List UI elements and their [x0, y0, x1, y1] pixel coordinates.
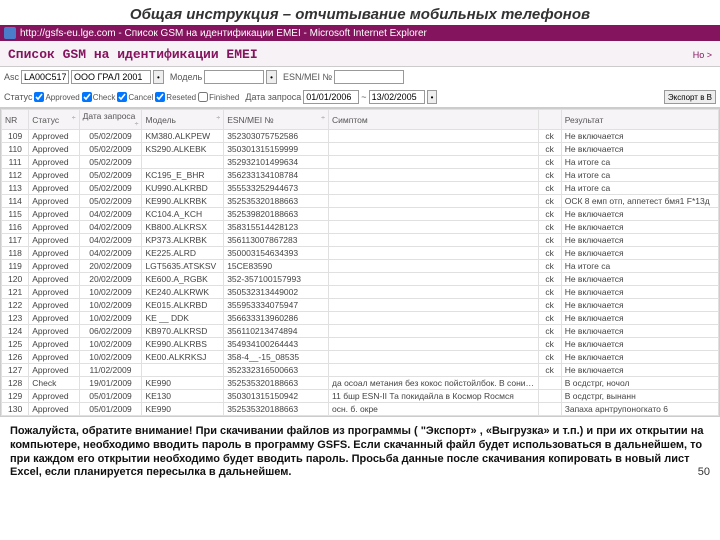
th-esn[interactable]: ESN/MEI №÷: [224, 110, 329, 130]
asc-code-input[interactable]: [21, 70, 69, 84]
table-row[interactable]: 111Approved05/02/2009352932101499634ckНа…: [2, 156, 719, 169]
table-row[interactable]: 126Approved10/02/2009KE00.ALKRKSJ358-4__…: [2, 351, 719, 364]
status-check-checkbox[interactable]: [82, 92, 92, 102]
help-link[interactable]: Но >: [693, 50, 712, 60]
th-date[interactable]: Дата запроса÷: [79, 110, 142, 130]
table-row[interactable]: 114Approved05/02/2009KE990.ALKRBK3525353…: [2, 195, 719, 208]
ie-window-titlebar: http://gsfs-eu.lge.com - Список GSM на и…: [0, 25, 720, 41]
table-row[interactable]: 109Approved05/02/2009KM380.ALKPEW3523030…: [2, 130, 719, 143]
th-nr[interactable]: NR: [2, 110, 29, 130]
th-res[interactable]: Результат: [561, 110, 718, 130]
ie-icon: [4, 27, 16, 39]
date-to-input[interactable]: [369, 90, 425, 104]
table-row[interactable]: 123Approved10/02/2009KE __ DDK3566333139…: [2, 312, 719, 325]
table-row[interactable]: 121Approved10/02/2009KE240.ALKRWK3505323…: [2, 286, 719, 299]
esn-label: ESN/MEI №: [283, 72, 332, 82]
table-row[interactable]: 110Approved05/02/2009KS290.ALKEBK3503013…: [2, 143, 719, 156]
table-row[interactable]: 129Approved05/01/2009KE13035030131515094…: [2, 390, 719, 403]
table-row[interactable]: 120Approved20/02/2009KE600.A_RGBK352-357…: [2, 273, 719, 286]
table-row[interactable]: 115Approved04/02/2009KC104.A_KCH35253982…: [2, 208, 719, 221]
date-from-input[interactable]: [303, 90, 359, 104]
status-label: Статус: [4, 92, 32, 102]
data-table-wrap: NR Статус÷ Дата запроса÷ Модель÷ ESN/MEI…: [0, 108, 720, 417]
status-cancel-checkbox[interactable]: [117, 92, 127, 102]
th-cb[interactable]: [538, 110, 561, 130]
th-sym[interactable]: Симптом: [329, 110, 539, 130]
date-go-button[interactable]: •: [427, 90, 438, 104]
model-go-button[interactable]: •: [266, 70, 277, 84]
status-reseted-checkbox[interactable]: [155, 92, 165, 102]
table-row[interactable]: 128Check19/01/2009KE990352535320188663да…: [2, 377, 719, 390]
page-title: Список GSM на идентификации EMEI: [8, 47, 258, 62]
status-finished-checkbox[interactable]: [198, 92, 208, 102]
slide-title: Общая инструкция – отчитывание мобильных…: [0, 0, 720, 25]
go-button[interactable]: •: [153, 70, 164, 84]
filter-bar: Asc • Модель • ESN/MEI № Статус Approved…: [0, 67, 720, 108]
th-model[interactable]: Модель÷: [142, 110, 224, 130]
data-table: NR Статус÷ Дата запроса÷ Модель÷ ESN/MEI…: [1, 109, 719, 416]
export-button[interactable]: Экспорт в В: [664, 90, 716, 104]
table-row[interactable]: 127Approved11/02/2009352332316500663ckНе…: [2, 364, 719, 377]
model-input[interactable]: [204, 70, 264, 84]
table-row[interactable]: 112Approved05/02/2009KC195_E_BHR35623313…: [2, 169, 719, 182]
th-status[interactable]: Статус÷: [29, 110, 79, 130]
table-row[interactable]: 116Approved04/02/2009KB800.ALKRSX3583155…: [2, 221, 719, 234]
table-row[interactable]: 124Approved06/02/2009KB970.ALKRSD3561102…: [2, 325, 719, 338]
model-label: Модель: [170, 72, 202, 82]
page-number: 50: [698, 466, 710, 480]
date-label: Дата запроса: [245, 92, 301, 102]
table-row[interactable]: 122Approved10/02/2009KE015.ALKRBD3559533…: [2, 299, 719, 312]
asc-label: Asc: [4, 72, 19, 82]
esn-input[interactable]: [334, 70, 404, 84]
footer-note: Пожалуйста, обратите внимание! При скачи…: [0, 417, 720, 484]
table-row[interactable]: 130Approved05/01/2009KE99035253532018866…: [2, 403, 719, 416]
ie-window-title: http://gsfs-eu.lge.com - Список GSM на и…: [20, 28, 427, 39]
table-row[interactable]: 118Approved04/02/2009KE225.ALRD350003154…: [2, 247, 719, 260]
table-row[interactable]: 117Approved04/02/2009KP373.ALKRBK3561130…: [2, 234, 719, 247]
page-header: Список GSM на идентификации EMEI Но >: [0, 41, 720, 67]
table-row[interactable]: 119Approved20/02/2009LGT5635.ATSKSV15CE8…: [2, 260, 719, 273]
table-row[interactable]: 113Approved05/02/2009KU990.ALKRBD3555332…: [2, 182, 719, 195]
table-row[interactable]: 125Approved10/02/2009KE990.ALKRBS3549341…: [2, 338, 719, 351]
asc-name-input[interactable]: [71, 70, 151, 84]
status-approved-checkbox[interactable]: [34, 92, 44, 102]
table-header-row: NR Статус÷ Дата запроса÷ Модель÷ ESN/MEI…: [2, 110, 719, 130]
